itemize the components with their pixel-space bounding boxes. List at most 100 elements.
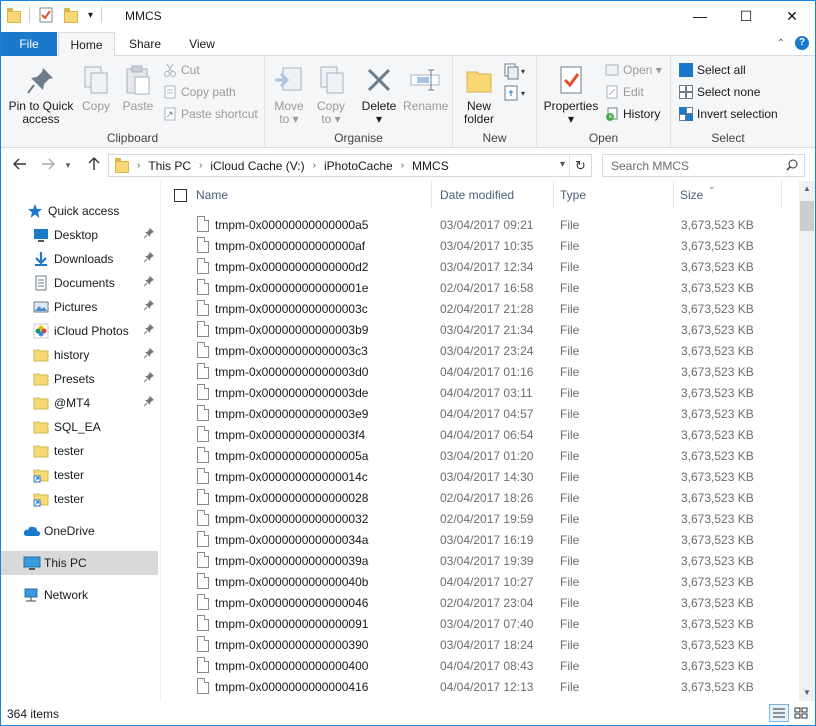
chevron-right-icon[interactable]: › [401, 160, 404, 171]
table-row[interactable]: tmpm-0x0000000000000416 04/04/2017 12:13 F… [161, 676, 781, 697]
nav-item-mt4[interactable]: @MT4 [1, 391, 158, 415]
pin-icon[interactable] [143, 372, 154, 385]
rename-button[interactable]: Rename [403, 60, 448, 113]
nav-item-pictures[interactable]: Pictures [1, 295, 158, 319]
column-divider[interactable] [781, 181, 782, 209]
nav-item-tester[interactable]: tester [1, 463, 158, 487]
paste-shortcut-button[interactable]: Paste shortcut [163, 104, 258, 124]
delete-button[interactable]: Delete ▾ [361, 60, 397, 126]
copy-to-button[interactable]: Copy to ▾ [313, 60, 349, 126]
table-row[interactable]: tmpm-0x00000000000003c3 03/04/2017 23:24 F… [161, 340, 781, 361]
edit-button[interactable]: Edit [605, 82, 644, 102]
table-row[interactable]: tmpm-0x0000000000000400 04/04/2017 08:43 F… [161, 655, 781, 676]
table-row[interactable]: tmpm-0x000000000000005a 03/04/2017 01:20 F… [161, 445, 781, 466]
column-name[interactable]: Name [196, 188, 228, 202]
select-all-button[interactable]: Select all [679, 60, 746, 80]
search-icon[interactable] [786, 159, 798, 171]
search-input[interactable] [603, 155, 773, 176]
vertical-scrollbar[interactable]: ▲ ▼ [799, 181, 815, 701]
table-row[interactable]: tmpm-0x00000000000003de 04/04/2017 03:11 F… [161, 382, 781, 403]
nav-item-desktop[interactable]: Desktop [1, 223, 158, 247]
pin-icon[interactable] [143, 228, 154, 241]
table-row[interactable]: tmpm-0x0000000000000091 03/04/2017 07:40 F… [161, 613, 781, 634]
column-divider[interactable] [553, 181, 554, 209]
search-box[interactable] [602, 154, 805, 177]
tab-view[interactable]: View [177, 32, 227, 56]
breadcrumb-icloud-cache[interactable]: iCloud Cache (V:) [210, 159, 304, 173]
invert-selection-button[interactable]: Invert selection [679, 104, 778, 124]
column-type[interactable]: Type [560, 188, 586, 202]
table-row[interactable]: tmpm-0x000000000000040b 04/04/2017 10:27 F… [161, 571, 781, 592]
breadcrumb-iphotocache[interactable]: iPhotoCache [324, 159, 393, 173]
close-button[interactable]: ✕ [769, 1, 815, 31]
chevron-right-icon[interactable]: › [137, 160, 140, 171]
pin-icon[interactable] [143, 252, 154, 265]
recent-locations-button[interactable]: ▾ [63, 156, 73, 174]
properties-button[interactable]: Properties ▾ [543, 60, 599, 126]
table-row[interactable]: tmpm-0x0000000000000390 03/04/2017 18:24 F… [161, 634, 781, 655]
table-row[interactable]: tmpm-0x0000000000000046 02/04/2017 23:04 F… [161, 592, 781, 613]
forward-button[interactable] [39, 156, 57, 174]
nav-item-history[interactable]: history [1, 343, 158, 367]
column-divider[interactable] [431, 181, 432, 209]
column-divider[interactable] [673, 181, 674, 209]
nav-onedrive[interactable]: OneDrive [1, 519, 158, 543]
select-none-button[interactable]: Select none [679, 82, 760, 102]
table-row[interactable]: tmpm-0x00000000000000a5 03/04/2017 09:21 F… [161, 214, 781, 235]
qat-dropdown-icon[interactable]: ▾ [88, 10, 93, 21]
table-row[interactable]: tmpm-0x000000000000001e 02/04/2017 16:58 F… [161, 277, 781, 298]
nav-item-tester[interactable]: tester [1, 487, 158, 511]
open-button[interactable]: Open ▾ [605, 60, 662, 80]
pin-icon[interactable] [143, 300, 154, 313]
table-row[interactable]: tmpm-0x000000000000039a 03/04/2017 19:39 F… [161, 550, 781, 571]
address-bar[interactable]: › This PC › iCloud Cache (V:) › iPhotoCa… [108, 154, 592, 177]
copy-button[interactable]: Copy [79, 60, 113, 113]
scrollbar-thumb[interactable] [800, 201, 814, 231]
table-row[interactable]: tmpm-0x00000000000003b9 03/04/2017 21:34 F… [161, 319, 781, 340]
chevron-up-icon[interactable]: ⌃ [777, 38, 785, 49]
nav-network[interactable]: Network [1, 583, 158, 607]
table-row[interactable]: tmpm-0x00000000000003f4 04/04/2017 06:54 F… [161, 424, 781, 445]
breadcrumb-this-pc[interactable]: This PC [148, 159, 191, 173]
table-row[interactable]: tmpm-0x0000000000000032 02/04/2017 19:59 F… [161, 508, 781, 529]
maximize-button[interactable]: ☐ [723, 1, 769, 31]
scroll-down-icon[interactable]: ▼ [799, 685, 815, 701]
address-dropdown-icon[interactable]: ▾ [560, 159, 565, 170]
nav-item-icloud-photos[interactable]: iCloud Photos [1, 319, 158, 343]
new-item-button[interactable]: ▾ [503, 62, 527, 83]
refresh-icon[interactable]: ↻ [569, 155, 591, 176]
new-folder-button[interactable]: New folder [459, 60, 499, 126]
nav-this-pc[interactable]: This PC [1, 551, 158, 575]
chevron-right-icon[interactable]: › [313, 160, 316, 171]
pin-to-quick-access-button[interactable]: Pin to Quick access [5, 60, 77, 126]
table-row[interactable]: tmpm-0x0000000000000028 02/04/2017 18:26 F… [161, 487, 781, 508]
help-icon[interactable]: ? [795, 36, 809, 50]
easy-access-button[interactable]: ▾ [503, 84, 527, 105]
scroll-up-icon[interactable]: ▲ [799, 181, 815, 197]
table-row[interactable]: tmpm-0x000000000000003c 02/04/2017 21:28 F… [161, 298, 781, 319]
nav-item-sql-ea[interactable]: SQL_EA [1, 415, 158, 439]
copy-path-button[interactable]: Copy path [163, 82, 236, 102]
up-button[interactable] [85, 156, 103, 174]
minimize-button[interactable]: — [677, 1, 723, 31]
new-folder-qat-icon[interactable] [64, 8, 78, 23]
nav-item-documents[interactable]: Documents [1, 271, 158, 295]
details-view-button[interactable] [769, 704, 789, 722]
select-all-checkbox[interactable] [174, 189, 187, 202]
back-button[interactable] [11, 156, 29, 174]
column-date-modified[interactable]: Date modified [440, 188, 514, 202]
breadcrumb-mmcs[interactable]: MMCS [412, 159, 449, 173]
pin-icon[interactable] [143, 348, 154, 361]
table-row[interactable]: tmpm-0x00000000000003d0 04/04/2017 01:16 F… [161, 361, 781, 382]
large-icons-view-button[interactable] [791, 704, 811, 722]
column-size[interactable]: Size [680, 188, 703, 202]
history-button[interactable]: History [605, 104, 660, 124]
tab-file[interactable]: File [1, 32, 57, 56]
pin-icon[interactable] [143, 276, 154, 289]
nav-item-downloads[interactable]: Downloads [1, 247, 158, 271]
table-row[interactable]: tmpm-0x000000000000034a 03/04/2017 16:19 F… [161, 529, 781, 550]
table-row[interactable]: tmpm-0x000000000000014c 03/04/2017 14:30 F… [161, 466, 781, 487]
nav-quick-access[interactable]: Quick access [1, 199, 158, 223]
move-to-button[interactable]: Move to ▾ [271, 60, 307, 126]
pin-icon[interactable] [143, 324, 154, 337]
